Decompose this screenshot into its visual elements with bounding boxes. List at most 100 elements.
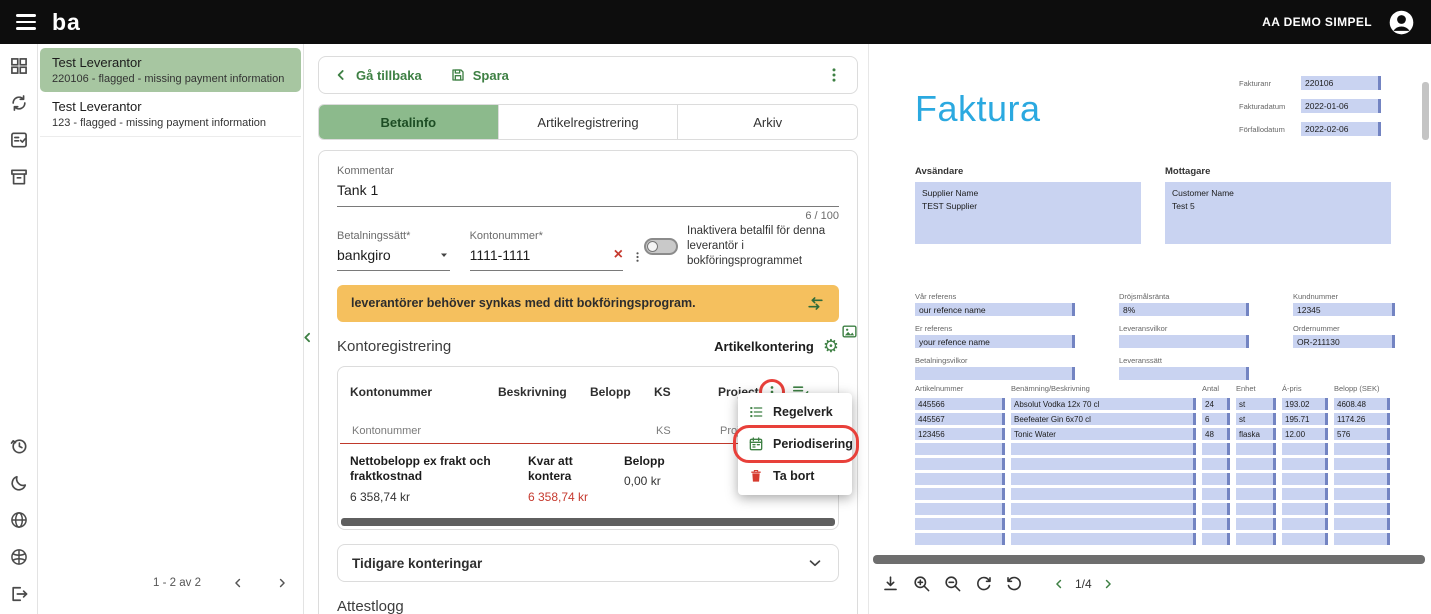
invoice-table-cell[interactable] xyxy=(1011,488,1196,500)
our-reference-field[interactable]: our refence name xyxy=(915,303,1075,316)
invoice-table-cell[interactable] xyxy=(1236,458,1276,470)
redo-icon[interactable] xyxy=(974,574,993,593)
invoice-table-cell[interactable] xyxy=(1334,458,1390,470)
menu-item-periodisering[interactable]: Periodisering xyxy=(733,424,859,463)
order-number-field[interactable]: OR-211130 xyxy=(1293,335,1395,348)
invoice-table-cell[interactable]: Beefeater Gin 6x70 cl xyxy=(1011,413,1196,425)
vertical-scrollbar[interactable] xyxy=(1422,82,1429,140)
undo-icon[interactable] xyxy=(1005,574,1024,593)
invoice-table-cell[interactable]: Absolut Vodka 12x 70 cl xyxy=(1011,398,1196,410)
language-icon[interactable] xyxy=(9,510,29,530)
invoice-table-cell[interactable] xyxy=(1236,533,1276,545)
invoice-table-cell[interactable] xyxy=(1202,503,1230,515)
sender-field[interactable]: Supplier Name TEST Supplier xyxy=(915,182,1141,244)
invoice-table-cell[interactable] xyxy=(1334,473,1390,485)
invoice-table-cell[interactable]: 445566 xyxy=(915,398,1005,410)
hamburger-menu-icon[interactable] xyxy=(16,14,36,30)
due-date-field[interactable]: 2022-02-06 xyxy=(1301,122,1381,136)
invoice-table-cell[interactable] xyxy=(1282,518,1328,530)
invoice-table-cell[interactable] xyxy=(1011,533,1196,545)
toolbar-menu-icon[interactable] xyxy=(825,66,843,84)
invoice-table-cell[interactable] xyxy=(1202,443,1230,455)
invoice-table-cell[interactable]: 24 xyxy=(1202,398,1230,410)
invoice-table-cell[interactable] xyxy=(1334,533,1390,545)
konto-field-placeholder[interactable]: Kontonummer xyxy=(352,425,500,437)
invoice-table-cell[interactable]: 123456 xyxy=(915,428,1005,440)
disable-paymentfile-toggle[interactable] xyxy=(644,237,678,255)
invoice-table-cell[interactable] xyxy=(915,533,1005,545)
zoom-out-icon[interactable] xyxy=(943,574,962,593)
supplier-list-item[interactable]: Test Leverantor 123 - flagged - missing … xyxy=(40,92,301,137)
invoice-date-field[interactable]: 2022-01-06 xyxy=(1301,99,1381,113)
invoice-table-cell[interactable] xyxy=(1202,533,1230,545)
zoom-in-icon[interactable] xyxy=(912,574,931,593)
invoice-table-cell[interactable] xyxy=(1282,473,1328,485)
save-button[interactable]: Spara xyxy=(450,67,509,83)
comment-input[interactable]: Tank 1 xyxy=(337,177,839,207)
payment-terms-field[interactable] xyxy=(915,367,1075,380)
invoice-table-cell[interactable] xyxy=(1236,503,1276,515)
dark-mode-icon[interactable] xyxy=(9,473,29,493)
download-icon[interactable] xyxy=(881,574,900,593)
prev-page-icon[interactable] xyxy=(231,576,245,590)
chevron-down-icon[interactable] xyxy=(806,554,824,572)
avatar-icon[interactable] xyxy=(1388,9,1415,36)
delivery-method-field[interactable] xyxy=(1119,367,1249,380)
invoice-table-cell[interactable]: 48 xyxy=(1202,428,1230,440)
collapse-panel-icon[interactable] xyxy=(300,330,315,345)
settings-gear-icon[interactable]: ⚙ xyxy=(823,337,839,356)
invoice-table-cell[interactable] xyxy=(915,443,1005,455)
invoice-table-cell[interactable]: 445567 xyxy=(915,413,1005,425)
back-button[interactable]: Gå tillbaka xyxy=(333,67,422,83)
menu-item-ta-bort[interactable]: Ta bort xyxy=(738,460,852,492)
next-page-icon[interactable] xyxy=(275,576,289,590)
invoice-table-cell[interactable] xyxy=(1334,443,1390,455)
image-icon[interactable] xyxy=(841,323,858,340)
account-number-input[interactable]: 1111-1111 × xyxy=(469,242,623,271)
horizontal-scrollbar[interactable] xyxy=(341,518,835,526)
invoice-table-cell[interactable]: 195.71 xyxy=(1282,413,1328,425)
supplier-list-item[interactable]: Test Leverantor 220106 - flagged - missi… xyxy=(40,48,301,92)
invoice-horizontal-scrollbar[interactable] xyxy=(873,555,1425,564)
payment-menu-icon[interactable] xyxy=(631,249,644,265)
invoice-table-cell[interactable] xyxy=(1236,443,1276,455)
tab-betalinfo[interactable]: Betalinfo xyxy=(319,105,499,139)
invoice-table-cell[interactable]: 576 xyxy=(1334,428,1390,440)
invoice-table-cell[interactable] xyxy=(1011,443,1196,455)
invoice-table-cell[interactable] xyxy=(1334,503,1390,515)
history-icon[interactable] xyxy=(9,436,29,456)
invoice-table-cell[interactable] xyxy=(1011,503,1196,515)
invoice-table-cell[interactable]: 6 xyxy=(1202,413,1230,425)
invoice-table-cell[interactable]: Tonic Water xyxy=(1011,428,1196,440)
invoice-table-cell[interactable] xyxy=(1334,488,1390,500)
invoice-table-cell[interactable] xyxy=(1282,488,1328,500)
dashboard-icon[interactable] xyxy=(9,56,29,76)
invoice-table-cell[interactable] xyxy=(915,473,1005,485)
invoice-number-field[interactable]: 220106 xyxy=(1301,76,1381,90)
clear-icon[interactable]: × xyxy=(614,246,623,263)
invoice-table-cell[interactable]: 1174.26 xyxy=(1334,413,1390,425)
invoice-table-cell[interactable] xyxy=(1011,473,1196,485)
logout-icon[interactable] xyxy=(9,584,29,604)
invoice-table-cell[interactable] xyxy=(1011,518,1196,530)
invoice-table-cell[interactable] xyxy=(915,518,1005,530)
invoice-table-cell[interactable] xyxy=(1236,473,1276,485)
tab-artikelregistrering[interactable]: Artikelregistrering xyxy=(498,105,679,139)
compare-arrows-icon[interactable] xyxy=(806,294,825,313)
ks-field-placeholder[interactable]: KS xyxy=(656,425,720,437)
menu-item-regelverk[interactable]: Regelverk xyxy=(738,396,852,428)
customer-number-field[interactable]: 12345 xyxy=(1293,303,1395,316)
invoice-table-cell[interactable] xyxy=(1202,488,1230,500)
sports-ball-icon[interactable] xyxy=(9,547,29,567)
invoice-table-cell[interactable] xyxy=(1236,488,1276,500)
invoice-table-cell[interactable] xyxy=(1236,518,1276,530)
invoice-table-cell[interactable] xyxy=(1202,458,1230,470)
invoice-table-cell[interactable] xyxy=(1282,503,1328,515)
invoice-table-cell[interactable] xyxy=(915,503,1005,515)
invoice-table-cell[interactable]: 12.00 xyxy=(1282,428,1328,440)
prev-page-icon[interactable] xyxy=(1052,577,1066,591)
tab-arkiv[interactable]: Arkiv xyxy=(678,105,857,139)
invoice-table-cell[interactable] xyxy=(915,488,1005,500)
archive-icon[interactable] xyxy=(9,167,29,187)
next-page-icon[interactable] xyxy=(1101,577,1115,591)
